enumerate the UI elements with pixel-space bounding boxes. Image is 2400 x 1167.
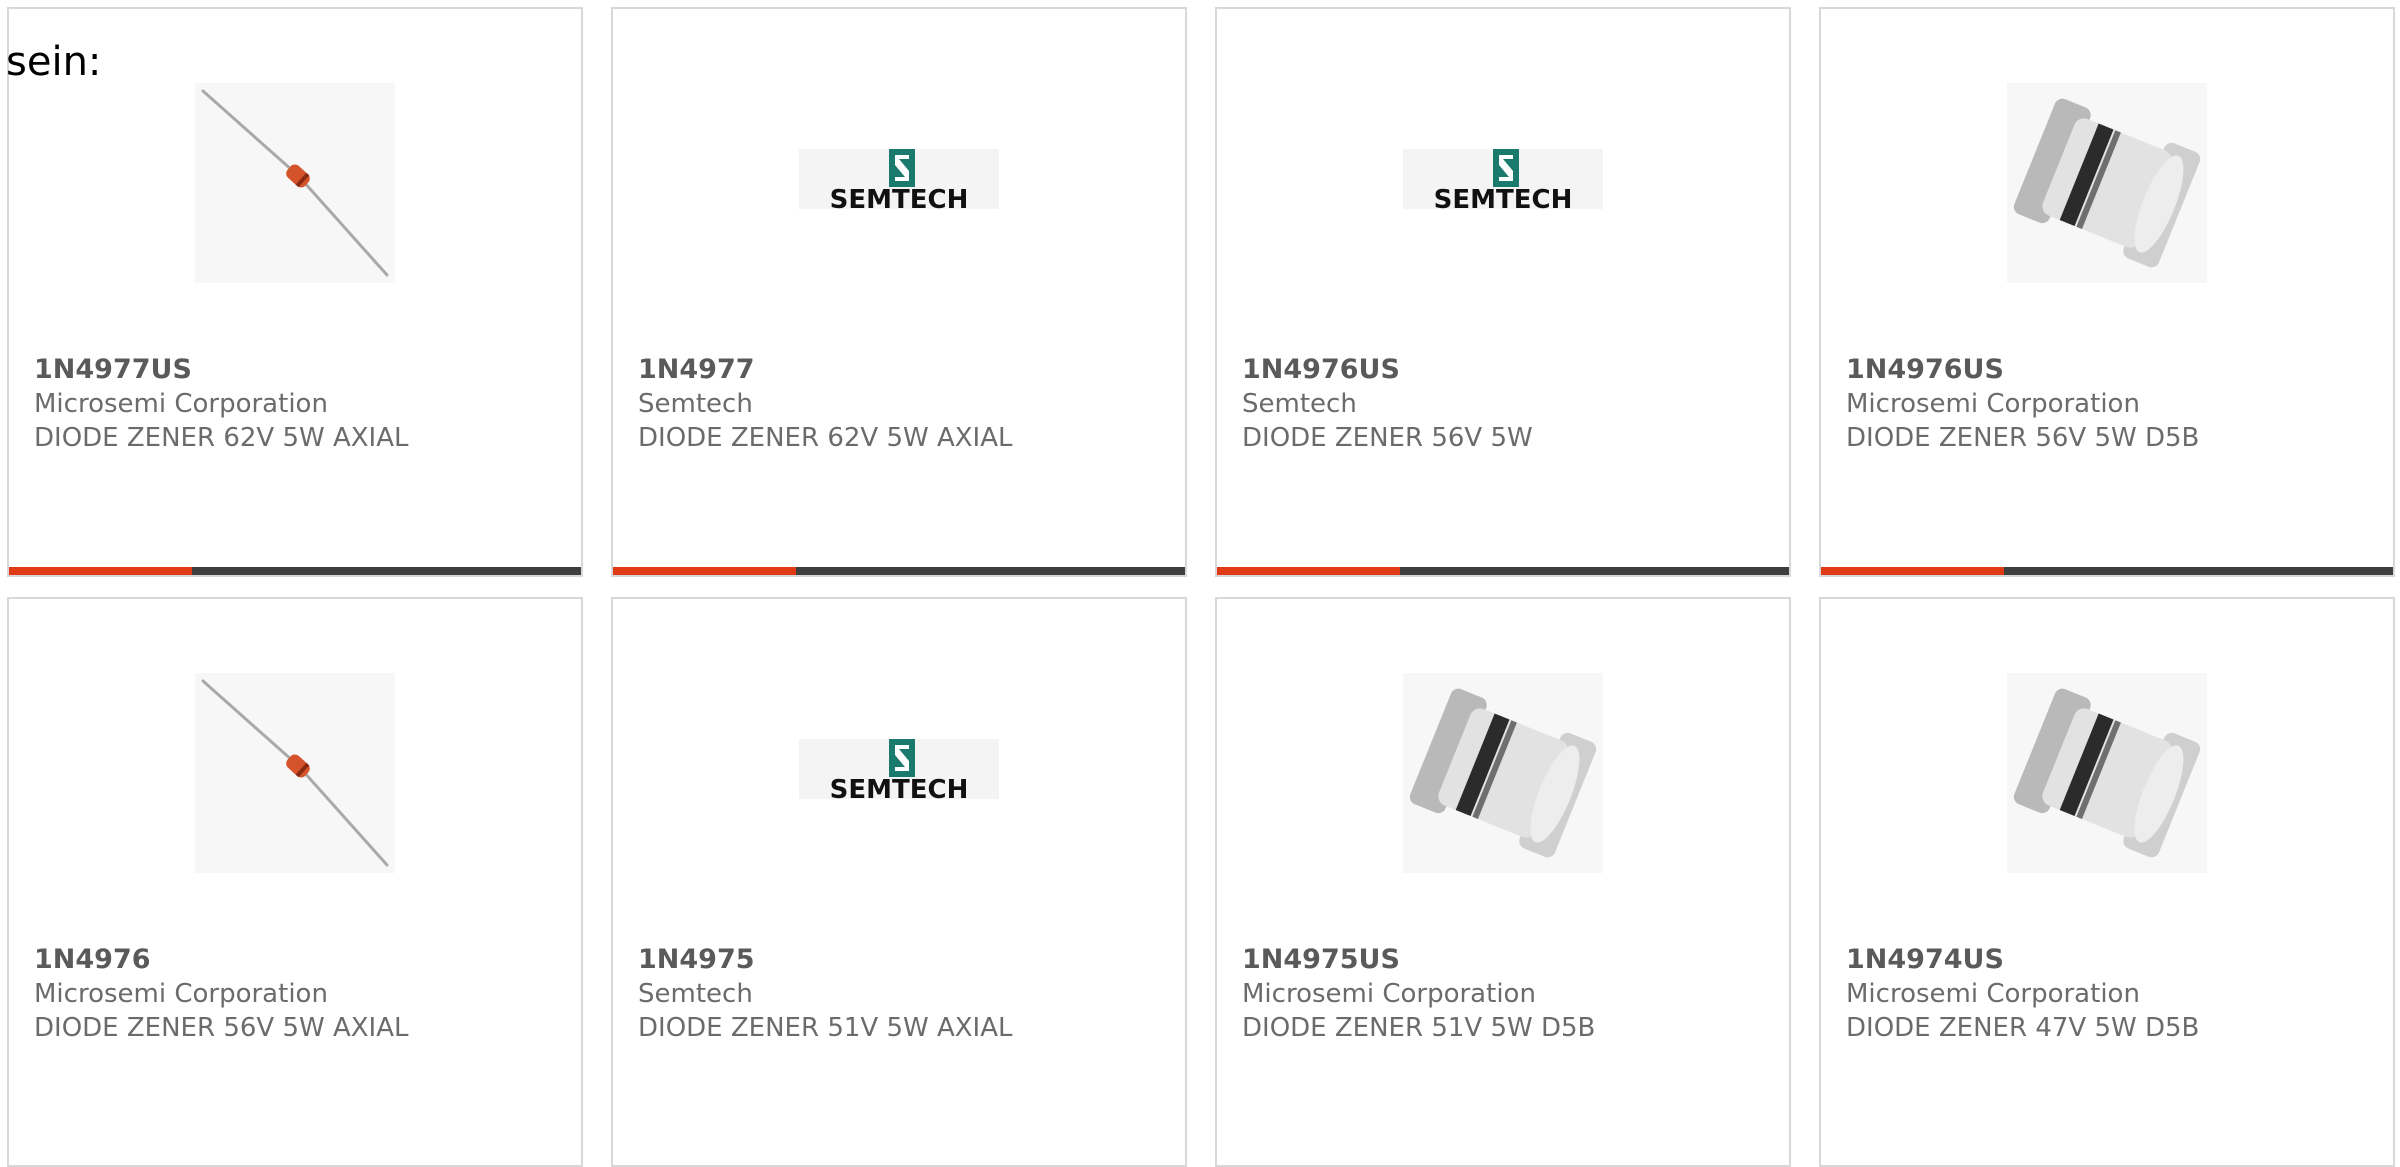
description: DIODE ZENER 56V 5W AXIAL [34, 1013, 409, 1043]
axial-diode-image[interactable] [195, 83, 395, 283]
semtech-logo[interactable]: SEMTECH [799, 673, 999, 873]
part-number[interactable]: 1N4976 [34, 943, 571, 977]
product-grid: 1N4977US Microsemi Corporation DIODE ZENER… [0, 0, 2400, 1167]
description: DIODE ZENER 56V 5W D5B [1846, 423, 2200, 453]
product-card[interactable]: 1N4976US Microsemi Corporation DIODE ZENER… [1819, 7, 2395, 577]
product-info: 1N4977 Semtech DIODE ZENER 62V 5W AXIAL [638, 353, 1175, 455]
manufacturer: Microsemi Corporation [1846, 389, 2140, 419]
part-number[interactable]: 1N4976US [1846, 353, 2383, 387]
description: DIODE ZENER 47V 5W D5B [1846, 1013, 2200, 1043]
product-card[interactable]: 1N4977US Microsemi Corporation DIODE ZENER… [7, 7, 583, 577]
d5b-package-image[interactable] [2007, 83, 2207, 283]
product-card[interactable]: SEMTECH 1N4976US Semtech DIODE ZENER 56V 5… [1215, 7, 1791, 577]
manufacturer: Semtech [1242, 389, 1357, 419]
card-footer-bar [613, 567, 1185, 575]
product-card[interactable]: 1N4975US Microsemi Corporation DIODE ZENER… [1215, 597, 1791, 1167]
part-number[interactable]: 1N4977 [638, 353, 1175, 387]
description: DIODE ZENER 51V 5W D5B [1242, 1013, 1596, 1043]
d5b-package-image[interactable] [1403, 673, 1603, 873]
product-info: 1N4976 Microsemi Corporation DIODE ZENER 5… [34, 943, 571, 1045]
manufacturer: Microsemi Corporation [1242, 979, 1536, 1009]
manufacturer: Semtech [638, 389, 753, 419]
part-number[interactable]: 1N4974US [1846, 943, 2383, 977]
card-footer-bar [1217, 567, 1789, 575]
card-footer-accent [9, 567, 192, 575]
product-info: 1N4975US Microsemi Corporation DIODE ZENER… [1242, 943, 1779, 1045]
part-number[interactable]: 1N4975US [1242, 943, 1779, 977]
card-footer-bar [9, 567, 581, 575]
axial-diode-image[interactable] [195, 673, 395, 873]
semtech-logo-text: SEMTECH [830, 775, 969, 805]
description: DIODE ZENER 62V 5W AXIAL [638, 423, 1013, 453]
manufacturer: Microsemi Corporation [34, 389, 328, 419]
part-number[interactable]: 1N4975 [638, 943, 1175, 977]
product-card[interactable]: 1N4976 Microsemi Corporation DIODE ZENER 5… [7, 597, 583, 1167]
product-info: 1N4975 Semtech DIODE ZENER 51V 5W AXIAL [638, 943, 1175, 1045]
semtech-logo[interactable]: SEMTECH [799, 83, 999, 283]
manufacturer: Microsemi Corporation [34, 979, 328, 1009]
product-info: 1N4977US Microsemi Corporation DIODE ZENER… [34, 353, 571, 455]
semtech-logo[interactable]: SEMTECH [1403, 83, 1603, 283]
card-footer-accent [1217, 567, 1400, 575]
semtech-logo-text: SEMTECH [830, 185, 969, 215]
semtech-logo-text: SEMTECH [1434, 185, 1573, 215]
product-card[interactable]: 1N4974US Microsemi Corporation DIODE ZENER… [1819, 597, 2395, 1167]
product-card[interactable]: SEMTECH 1N4977 Semtech DIODE ZENER 62V 5W … [611, 7, 1187, 577]
product-info: 1N4976US Semtech DIODE ZENER 56V 5W [1242, 353, 1779, 455]
part-number[interactable]: 1N4977US [34, 353, 571, 387]
description: DIODE ZENER 51V 5W AXIAL [638, 1013, 1013, 1043]
d5b-package-image[interactable] [2007, 673, 2207, 873]
card-footer-bar [1821, 567, 2393, 575]
product-info: 1N4974US Microsemi Corporation DIODE ZENER… [1846, 943, 2383, 1045]
product-card[interactable]: SEMTECH 1N4975 Semtech DIODE ZENER 51V 5W … [611, 597, 1187, 1167]
product-info: 1N4976US Microsemi Corporation DIODE ZENER… [1846, 353, 2383, 455]
lead-text: sein: [6, 39, 102, 85]
description: DIODE ZENER 56V 5W [1242, 423, 1533, 453]
manufacturer: Microsemi Corporation [1846, 979, 2140, 1009]
manufacturer: Semtech [638, 979, 753, 1009]
description: DIODE ZENER 62V 5W AXIAL [34, 423, 409, 453]
card-footer-accent [1821, 567, 2004, 575]
part-number[interactable]: 1N4976US [1242, 353, 1779, 387]
card-footer-accent [613, 567, 796, 575]
